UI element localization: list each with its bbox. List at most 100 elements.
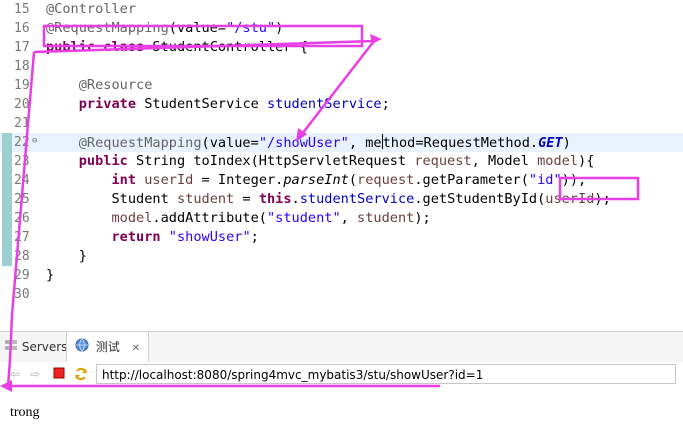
code-token: private (78, 96, 137, 112)
code-text: public String toIndex(HttpServletRequest… (46, 153, 595, 170)
code-token: studentService (267, 96, 382, 112)
line-gutter: 17 (0, 38, 42, 57)
stop-icon[interactable] (52, 367, 66, 381)
line-number: 22 (14, 135, 30, 150)
code-token: ; (250, 229, 259, 245)
code-token: @Controller (46, 1, 137, 17)
change-marker (2, 209, 12, 228)
code-token: StudentController { (144, 39, 308, 55)
line-number: 24 (14, 173, 30, 188)
code-line[interactable]: 23 public String toIndex(HttpServletRequ… (0, 152, 683, 171)
code-line[interactable]: 18 (0, 57, 683, 76)
code-text: model.addAttribute("student", student); (46, 210, 431, 227)
close-icon[interactable]: ✕ (132, 343, 140, 354)
code-line[interactable]: 28 } (0, 247, 683, 266)
code-text: } (46, 267, 54, 284)
code-line[interactable]: 26 model.addAttribute("student", student… (0, 209, 683, 228)
code-token: (value= (168, 20, 227, 36)
code-line[interactable]: 16 @RequestMapping(value="/stu") (0, 19, 683, 38)
line-gutter: 25 (0, 190, 42, 209)
code-line[interactable]: 24 int userId = Integer.parseInt(request… (0, 171, 683, 190)
code-token: ( (348, 172, 358, 188)
views-tab-bar: Servers 测试 ✕ (0, 331, 683, 363)
refresh-icon[interactable] (74, 367, 88, 381)
change-marker (2, 152, 12, 171)
change-marker (2, 228, 12, 247)
code-line[interactable]: 27 return "showUser"; (0, 228, 683, 247)
code-token: return (111, 229, 161, 245)
back-icon[interactable]: ⇦ (8, 367, 22, 381)
code-token: studentService (299, 191, 415, 207)
forward-icon[interactable]: ⇨ (28, 367, 42, 381)
change-marker (2, 247, 12, 266)
code-token: int (111, 172, 137, 188)
code-token: .addAttribute( (152, 210, 267, 226)
line-number: 20 (14, 97, 30, 112)
code-token: model (111, 210, 153, 226)
line-gutter: 26 (0, 209, 42, 228)
tab-servers[interactable]: Servers (4, 332, 67, 362)
code-token: model (537, 153, 579, 169)
code-line[interactable]: 25 Student student = this.studentService… (0, 190, 683, 209)
code-line[interactable]: 22 ⊖ @RequestMapping(value="/showUser", m… (0, 133, 683, 152)
line-gutter: 15 (0, 0, 42, 19)
code-token: ); (414, 210, 431, 226)
code-text: } (46, 248, 87, 265)
code-token: , me (348, 135, 382, 151)
code-token: ; (381, 96, 390, 112)
tab-test[interactable]: 测试 ✕ (66, 332, 150, 363)
code-text: @RequestMapping(value="/showUser", metho… (46, 134, 571, 152)
line-number: 21 (14, 116, 30, 131)
code-token: StudentService (136, 96, 267, 112)
fold-toggle-icon[interactable]: ⊖ (32, 136, 37, 147)
code-text: int userId = Integer.parseInt(request.ge… (46, 172, 586, 189)
code-text: Student student = this.studentService.ge… (46, 191, 611, 208)
code-editor[interactable]: 15 @Controller 16 @RequestMapping(value="/s… (0, 0, 683, 322)
code-token: Student (46, 191, 177, 207)
code-token: } (46, 267, 55, 283)
page-output-text: trong (10, 405, 40, 420)
line-gutter: 23 (0, 152, 42, 171)
code-token: userId (545, 191, 595, 207)
line-gutter: 22 ⊖ (0, 133, 42, 152)
code-line[interactable]: 29} (0, 266, 683, 285)
code-line[interactable]: 20 private StudentService studentService… (0, 95, 683, 114)
line-gutter: 19 (0, 76, 42, 95)
line-number: 18 (14, 59, 30, 74)
code-token: ) (562, 135, 571, 151)
code-token: public (46, 39, 96, 55)
code-token: thod=RequestMethod. (382, 135, 539, 151)
line-number: 27 (14, 230, 30, 245)
code-token: parseInt (283, 172, 349, 188)
change-marker (2, 171, 12, 190)
code-line[interactable]: 19 @Resource (0, 76, 683, 95)
code-line[interactable]: 15 @Controller (0, 0, 683, 19)
code-token: student (176, 191, 235, 207)
url-input[interactable]: http://localhost:8080/spring4mvc_mybatis… (96, 364, 676, 384)
line-gutter: 16 (0, 19, 42, 38)
code-line[interactable]: 30 (0, 285, 683, 304)
code-line[interactable]: 17 public class StudentController { (0, 38, 683, 57)
code-token: this (258, 191, 292, 207)
line-number: 29 (14, 268, 30, 283)
code-text: @Resource (46, 77, 153, 94)
code-token: } (46, 248, 87, 264)
code-token: "/stu" (226, 20, 276, 36)
line-gutter: 27 (0, 228, 42, 247)
code-token: = Integer. (193, 172, 284, 188)
code-token: String toIndex(HttpServletRequest (127, 153, 415, 169)
code-token: ); (594, 191, 611, 207)
tab-servers-label: Servers (21, 340, 68, 354)
code-token: "student" (266, 210, 341, 226)
code-token: public (78, 153, 128, 169)
line-number: 15 (14, 2, 30, 17)
code-line[interactable]: 21 (0, 114, 683, 133)
code-text: public class StudentController { (46, 39, 308, 56)
